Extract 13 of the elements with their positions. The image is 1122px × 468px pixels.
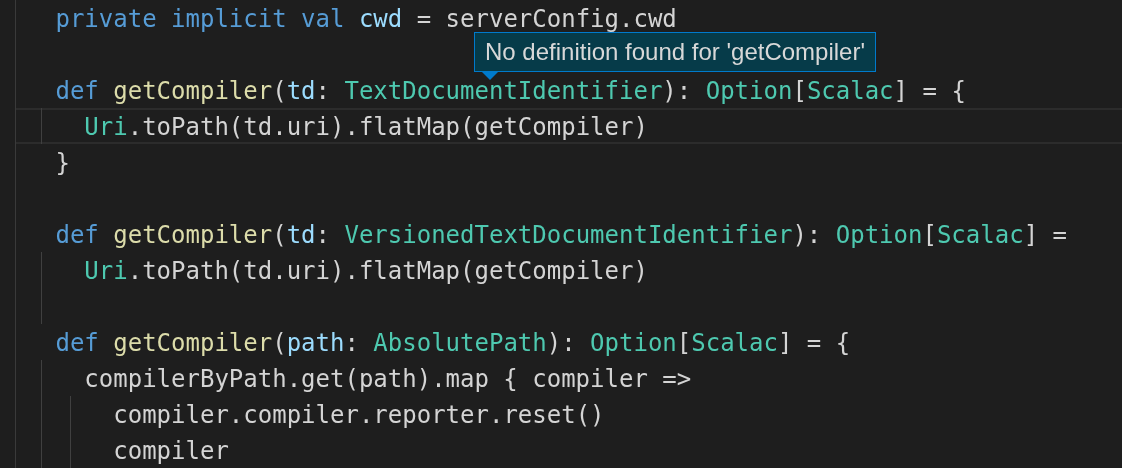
code-line: def getCompiler(path: AbsolutePath): Option[Scalac] = {: [55, 329, 851, 357]
code-line: compiler: [113, 437, 229, 465]
code-line: def getCompiler(td: TextDocumentIdentifier): Option[Scalac] = {: [55, 77, 966, 105]
hover-tooltip: No definition found for 'getCompiler': [474, 32, 877, 72]
code-line: def getCompiler(td: VersionedTextDocumentIdentifier): Option[Scalac] =: [55, 221, 1067, 249]
code-line: Uri.toPath(td.uri).flatMap(getCompiler): [84, 257, 648, 285]
code-line: private implicit val cwd = serverConfig.cwd: [55, 5, 677, 33]
code-line: compiler.compiler.reporter.reset(): [113, 401, 605, 429]
code-line: Uri.toPath(td.uri).flatMap(getCompiler): [84, 113, 648, 141]
code-line: }: [55, 149, 70, 177]
tooltip-pointer: [482, 72, 498, 80]
code-editor[interactable]: [15, 0, 1122, 468]
code-line: compilerByPath.get(path).map { compiler =>: [84, 365, 692, 393]
